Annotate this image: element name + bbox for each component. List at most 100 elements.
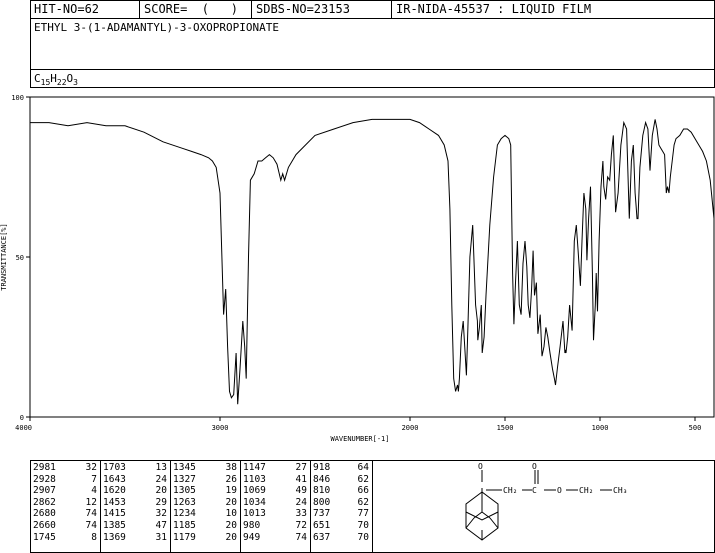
peak-row: 1385 47: [100, 520, 170, 532]
peak-col-sep-5: [372, 460, 373, 553]
peak-wavenumber: 949: [243, 531, 261, 543]
peak-row: 2862 12: [30, 497, 100, 509]
peak-wavenumber: 918: [313, 462, 331, 473]
peak-row: 918 64: [310, 462, 372, 474]
peak-row: 2680 74: [30, 508, 100, 520]
peak-row: 1263 20: [170, 497, 240, 509]
peak-wavenumber: 1034: [243, 496, 266, 508]
molecular-formula: C15H22O3: [34, 72, 78, 87]
peak-column: 2981 32 2928 7 2907 4 2862 12 2680 74 2660 74 1745 8: [30, 462, 100, 543]
peak-transmittance: 24: [295, 496, 307, 508]
peak-row: 949 74: [240, 532, 310, 544]
peak-wavenumber: 1385: [103, 519, 126, 531]
x-tick-label: 1500: [497, 424, 514, 432]
peak-transmittance: 29: [155, 496, 167, 508]
peak-column: 1345 38 1327 26 1305 19 1263 20 1234 10 1185 20 1179…: [170, 462, 240, 543]
adamantane-cage: [465, 491, 499, 541]
peak-row: 1234 10: [170, 508, 240, 520]
peak-transmittance: 66: [357, 485, 369, 497]
y-tick-label: 0: [20, 414, 24, 422]
peak-row: 637 70: [310, 532, 372, 544]
peak-row: 1369 31: [100, 532, 170, 544]
peak-row: 1013 33: [240, 508, 310, 520]
peak-wavenumber: 1327: [173, 473, 196, 485]
peak-transmittance: 32: [155, 508, 167, 520]
peak-row: 737 77: [310, 508, 372, 520]
ketone-oxygen: O: [478, 462, 483, 471]
peak-row: 810 66: [310, 485, 372, 497]
formula-c-count: 15: [40, 78, 51, 88]
ir-spectrum-chart: 4000 3000 2000 1500 1000 500 0 50 100 WAVENUMBER…: [0, 94, 715, 443]
peak-transmittance: 20: [225, 496, 237, 508]
peak-wavenumber: 800: [313, 496, 331, 508]
axis-ticks: 4000 3000 2000 1500 1000 500 0 50 100: [11, 94, 701, 432]
peak-row: 1305 19: [170, 485, 240, 497]
peak-row: 1069 49: [240, 485, 310, 497]
peak-wavenumber: 1345: [173, 462, 196, 473]
peak-transmittance: 77: [357, 508, 369, 520]
peak-row: 1620 20: [100, 485, 170, 497]
peak-row: 980 72: [240, 520, 310, 532]
hit-number: HIT-NO=62: [30, 0, 140, 18]
y-tick-label: 100: [11, 94, 24, 102]
transmittance-trace: [30, 118, 715, 405]
formula-divider: [30, 69, 715, 70]
peak-column: 918 64 846 62 810 66 800 62 737 77 651 70 637 70: [310, 462, 372, 543]
peak-row: 1327 26: [170, 474, 240, 486]
peak-wavenumber: 1179: [173, 531, 196, 543]
peak-wavenumber: 2680: [33, 508, 56, 520]
peak-transmittance: 72: [295, 519, 307, 531]
ch3-label: CH₃: [613, 486, 627, 495]
peak-transmittance: 8: [91, 531, 97, 543]
peak-row: 1453 29: [100, 497, 170, 509]
peak-wavenumber: 980: [243, 519, 261, 531]
peak-row: 800 62: [310, 497, 372, 509]
peak-row: 1643 24: [100, 474, 170, 486]
peak-transmittance: 49: [295, 485, 307, 497]
header-divider: [30, 18, 715, 19]
peak-transmittance: 20: [155, 485, 167, 497]
peak-wavenumber: 2862: [33, 496, 56, 508]
x-tick-label: 500: [689, 424, 702, 432]
peak-transmittance: 41: [295, 473, 307, 485]
peak-transmittance: 27: [295, 462, 307, 473]
peak-transmittance: 74: [85, 508, 97, 520]
peak-transmittance: 74: [85, 519, 97, 531]
y-tick-label: 50: [16, 254, 24, 262]
x-tick-label: 3000: [212, 424, 229, 432]
ch2-label-b: CH₂: [579, 486, 593, 495]
peak-transmittance: 20: [225, 519, 237, 531]
peak-transmittance: 12: [85, 496, 97, 508]
peak-row: 2928 7: [30, 474, 100, 486]
peak-wavenumber: 1185: [173, 519, 196, 531]
peak-wavenumber: 1305: [173, 485, 196, 497]
ch2-label-a: CH₂: [503, 486, 517, 495]
peak-row: 1147 27: [240, 462, 310, 474]
peak-row: 1703 13: [100, 462, 170, 474]
peak-transmittance: 19: [225, 485, 237, 497]
peak-wavenumber: 1263: [173, 496, 196, 508]
peak-transmittance: 74: [295, 531, 307, 543]
formula-h-count: 22: [56, 78, 67, 88]
peak-row: 846 62: [310, 474, 372, 486]
peak-transmittance: 24: [155, 473, 167, 485]
peak-wavenumber: 1415: [103, 508, 126, 520]
compound-name: ETHYL 3-(1-ADAMANTYL)-3-OXOPROPIONATE: [34, 21, 280, 34]
peak-transmittance: 26: [225, 473, 237, 485]
peak-wavenumber: 846: [313, 473, 331, 485]
peak-transmittance: 10: [225, 508, 237, 520]
ester-oxygen: O: [557, 486, 562, 495]
peak-row: 2660 74: [30, 520, 100, 532]
x-tick-label: 1000: [592, 424, 609, 432]
peak-wavenumber: 1103: [243, 473, 266, 485]
peak-wavenumber: 1369: [103, 531, 126, 543]
peak-transmittance: 32: [85, 462, 97, 473]
score: SCORE= ( ): [140, 0, 252, 18]
peak-wavenumber: 1013: [243, 508, 266, 520]
peak-transmittance: 64: [357, 462, 369, 473]
peak-row: 1415 32: [100, 508, 170, 520]
formula-c: C: [34, 72, 41, 85]
ester-carbon: C: [532, 486, 537, 495]
peak-row: 1103 41: [240, 474, 310, 486]
peak-row: 1034 24: [240, 497, 310, 509]
